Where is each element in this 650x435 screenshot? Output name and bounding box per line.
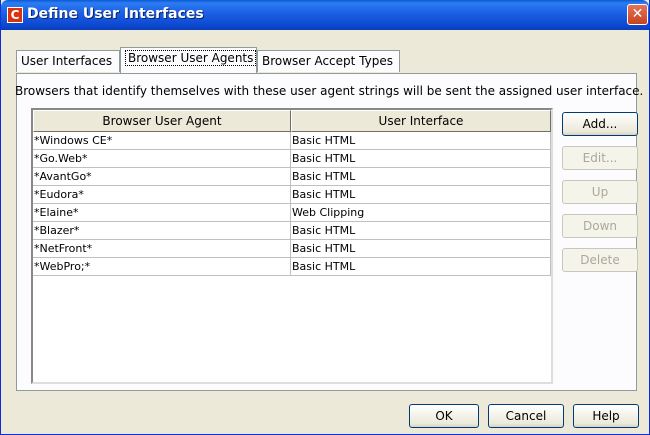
column-header-browser-user-agent[interactable]: Browser User Agent (33, 110, 291, 132)
table-row[interactable]: *Windows CE* Basic HTML (33, 132, 551, 150)
ok-button[interactable]: OK (409, 404, 479, 428)
cell-browser-user-agent: *Windows CE* (33, 132, 291, 150)
close-button[interactable]: ✕ (627, 4, 648, 25)
table-row[interactable]: *NetFront* Basic HTML (33, 240, 551, 258)
title-bar[interactable]: C Define User Interfaces ✕ (1, 0, 649, 30)
table-row[interactable]: *AvantGo* Basic HTML (33, 168, 551, 186)
table-row[interactable]: *Go.Web* Basic HTML (33, 150, 551, 168)
table-row[interactable]: *Blazer* Basic HTML (33, 222, 551, 240)
tab-user-interfaces[interactable]: User Interfaces (16, 50, 120, 72)
cell-user-interface: Basic HTML (291, 240, 551, 258)
tab-label: Browser Accept Types (262, 54, 393, 68)
window-title: Define User Interfaces (27, 6, 204, 22)
add-button[interactable]: Add... (562, 112, 638, 136)
down-button[interactable]: Down (562, 214, 638, 238)
table-row[interactable]: *Eudora* Basic HTML (33, 186, 551, 204)
cell-user-interface: Basic HTML (291, 132, 551, 150)
table-row[interactable]: *Elaine* Web Clipping (33, 204, 551, 222)
cell-browser-user-agent: *Eudora* (33, 186, 291, 204)
delete-button[interactable]: Delete (562, 248, 638, 272)
tab-browser-user-agents[interactable]: Browser User Agents (120, 47, 257, 73)
table-header: Browser User Agent User Interface (33, 110, 551, 132)
up-button[interactable]: Up (562, 180, 638, 204)
column-header-user-interface[interactable]: User Interface (291, 110, 551, 132)
user-agent-table[interactable]: Browser User Agent User Interface *Windo… (31, 108, 553, 384)
cell-user-interface: Basic HTML (291, 168, 551, 186)
help-button[interactable]: Help (573, 404, 639, 428)
cell-browser-user-agent: *WebPro;* (33, 258, 291, 276)
cell-browser-user-agent: *Elaine* (33, 204, 291, 222)
cell-user-interface: Basic HTML (291, 258, 551, 276)
app-icon: C (7, 7, 23, 23)
tab-browser-accept-types[interactable]: Browser Accept Types (257, 50, 400, 72)
tab-label: User Interfaces (21, 54, 113, 68)
cell-user-interface: Web Clipping (291, 204, 551, 222)
cell-browser-user-agent: *NetFront* (33, 240, 291, 258)
table-row[interactable]: *WebPro;* Basic HTML (33, 258, 551, 276)
cell-browser-user-agent: *AvantGo* (33, 168, 291, 186)
tab-label: Browser User Agents (125, 50, 257, 66)
cell-user-interface: Basic HTML (291, 186, 551, 204)
description-text: Browsers that identify themselves with t… (15, 84, 644, 98)
cell-browser-user-agent: *Go.Web* (33, 150, 291, 168)
define-user-interfaces-dialog: C Define User Interfaces ✕ User Interfac… (0, 0, 650, 435)
edit-button[interactable]: Edit... (562, 146, 638, 170)
cell-user-interface: Basic HTML (291, 150, 551, 168)
cancel-button[interactable]: Cancel (488, 404, 564, 428)
cell-user-interface: Basic HTML (291, 222, 551, 240)
cell-browser-user-agent: *Blazer* (33, 222, 291, 240)
